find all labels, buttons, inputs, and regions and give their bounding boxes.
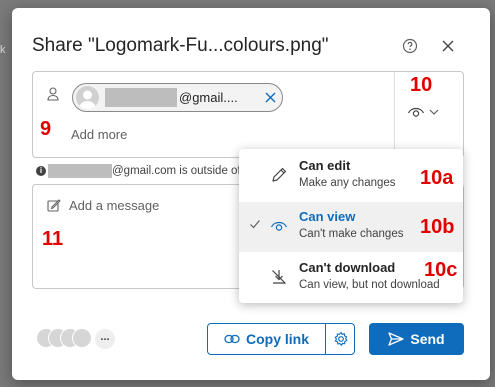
menu-item-subtitle: Can view, but not download bbox=[299, 279, 440, 291]
eye-icon bbox=[407, 107, 425, 117]
permission-dropdown-button[interactable] bbox=[407, 100, 451, 124]
close-button[interactable] bbox=[438, 36, 458, 56]
menu-item-subtitle: Can't make changes bbox=[299, 228, 404, 240]
copy-link-group: Copy link bbox=[207, 323, 355, 355]
dialog-title: Share "Logomark-Fu...colours.png" bbox=[32, 35, 329, 56]
pencil-icon bbox=[272, 167, 287, 182]
external-info-text: @gmail.com is outside of bbox=[112, 164, 241, 177]
add-more-input[interactable] bbox=[71, 124, 391, 144]
person-icon bbox=[47, 87, 59, 101]
eye-icon bbox=[270, 221, 288, 231]
avatar bbox=[72, 328, 92, 348]
annotation-9: 9 bbox=[40, 118, 52, 140]
edit-message-icon bbox=[47, 199, 61, 212]
more-avatars-button[interactable]: ... bbox=[94, 328, 116, 350]
menu-item-subtitle: Make any changes bbox=[299, 177, 396, 189]
chip-email-suffix: @gmail.... bbox=[179, 90, 238, 105]
permission-menu: Can edit Make any changes Can view Can't… bbox=[239, 149, 463, 303]
recipient-chip[interactable]: @gmail.... bbox=[72, 83, 283, 112]
close-icon bbox=[442, 40, 454, 52]
external-info-row: i @gmail.com is outside of bbox=[36, 162, 256, 178]
remove-recipient-icon[interactable] bbox=[263, 90, 278, 105]
menu-item-title: Can edit bbox=[299, 158, 351, 173]
info-icon: i bbox=[36, 165, 46, 176]
chevron-down-icon bbox=[429, 109, 439, 115]
link-settings-button[interactable] bbox=[326, 324, 355, 354]
copy-link-button[interactable]: Copy link bbox=[208, 324, 325, 354]
annotation-10: 10 bbox=[410, 74, 433, 96]
menu-item-title: Can view bbox=[299, 209, 356, 224]
link-icon bbox=[224, 334, 240, 344]
send-button[interactable]: Send bbox=[369, 323, 464, 355]
annotation-10c: 10c bbox=[424, 259, 458, 281]
divider bbox=[394, 72, 395, 157]
redacted-email bbox=[105, 88, 177, 107]
gear-icon bbox=[334, 331, 348, 347]
recipients-box: @gmail.... bbox=[32, 71, 464, 158]
redacted-email bbox=[48, 163, 112, 178]
annotation-11: 11 bbox=[42, 228, 64, 250]
copy-link-label: Copy link bbox=[245, 331, 309, 347]
checkmark-icon bbox=[250, 220, 260, 229]
annotation-10a: 10a bbox=[420, 167, 454, 189]
menu-item-title: Can't download bbox=[299, 260, 396, 275]
send-icon bbox=[388, 332, 405, 346]
background-text: k bbox=[0, 44, 6, 56]
shared-with-avatars[interactable]: ... bbox=[36, 328, 126, 350]
send-label: Send bbox=[410, 331, 445, 347]
avatar bbox=[76, 86, 99, 109]
no-download-icon bbox=[272, 270, 286, 284]
help-circle-icon bbox=[402, 38, 418, 54]
person-avatar-icon bbox=[79, 90, 96, 109]
annotation-10b: 10b bbox=[420, 216, 455, 238]
help-button[interactable] bbox=[400, 36, 420, 56]
